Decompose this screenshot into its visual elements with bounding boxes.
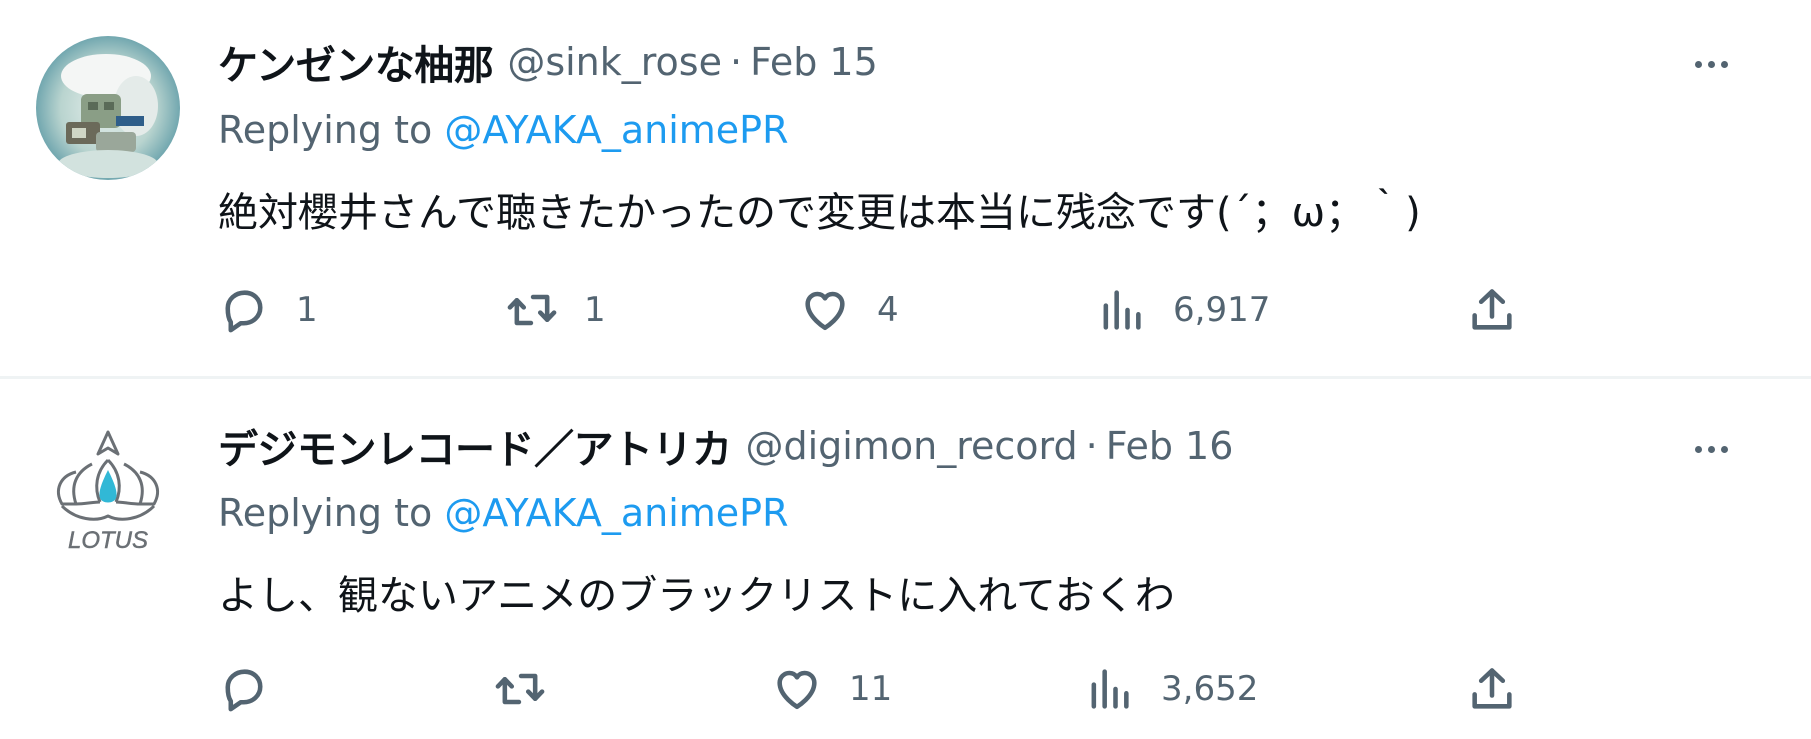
view-count: 3,652: [1161, 669, 1259, 709]
more-options-button[interactable]: [1683, 36, 1739, 92]
more-dot: [1720, 445, 1728, 453]
like-button[interactable]: 11: [771, 654, 892, 724]
speech-bubble-icon: [225, 669, 263, 712]
more-dot: [1707, 60, 1715, 68]
share-button[interactable]: [1466, 275, 1518, 345]
more-dot: [1707, 445, 1715, 453]
lotus-logo-avatar: LOTUS: [36, 424, 180, 568]
retweet-button[interactable]: 1: [506, 275, 606, 345]
speech-bubble-icon: [225, 290, 263, 333]
lotus-logo-text: LOTUS: [68, 527, 148, 554]
bar-chart-icon: [1091, 669, 1129, 709]
like-button[interactable]: 4: [799, 275, 899, 345]
replying-to-link[interactable]: @AYAKA_animePR: [444, 108, 788, 152]
reply-button[interactable]: [218, 654, 296, 724]
more-dots-icon: [1694, 60, 1702, 68]
views-button[interactable]: 6,917: [1095, 275, 1270, 345]
replying-to-line: Replying to @AYAKA_animePR: [218, 491, 789, 535]
retweet-button[interactable]: [494, 654, 572, 724]
tweet-actions: 11 3,652: [0, 654, 1811, 724]
avatar[interactable]: [36, 36, 180, 180]
retweet-arrows-icon: [495, 673, 545, 705]
tweet-header: デジモンレコード／アトリカ @digimon_record · Feb 16: [218, 418, 1233, 474]
heart-icon: [805, 291, 845, 331]
replying-to-label: Replying to: [218, 491, 445, 535]
retweet-arrows-icon: [507, 294, 557, 326]
more-options-button[interactable]: [1683, 421, 1739, 477]
separator-dot: ·: [1085, 424, 1098, 468]
views-button[interactable]: 3,652: [1083, 654, 1258, 724]
replying-to-label: Replying to: [218, 108, 445, 152]
tweet-date[interactable]: Feb 16: [1106, 424, 1234, 468]
avatar[interactable]: LOTUS: [36, 424, 180, 568]
heart-icon: [777, 670, 817, 710]
separator-dot: ·: [729, 40, 743, 84]
tweet-header: ケンゼンな柚那 @sink_rose · Feb 15: [218, 34, 878, 90]
display-name[interactable]: ケンゼンな柚那: [218, 33, 494, 91]
tweet[interactable]: LOTUS デジモンレコード／アトリカ @digimon_record · Fe…: [0, 379, 1811, 739]
tweet-text: 絶対櫻井さんで聴きたかったので変更は本当に残念です(´；ω；｀): [218, 190, 1421, 236]
tweet-date[interactable]: Feb 15: [750, 40, 878, 84]
avatar-image: [36, 36, 180, 180]
retweet-count: 1: [584, 290, 606, 330]
more-dots-icon: [1694, 445, 1702, 453]
tweet-text: よし、観ないアニメのブラックリストに入れておくわ: [218, 573, 1175, 619]
reply-button[interactable]: 1: [218, 275, 318, 345]
view-count: 6,917: [1173, 290, 1271, 330]
like-count: 11: [849, 669, 893, 709]
more-dot: [1720, 60, 1728, 68]
share-upload-icon: [1472, 668, 1512, 709]
replying-to-line: Replying to @AYAKA_animePR: [218, 108, 789, 152]
replying-to-link[interactable]: @AYAKA_animePR: [444, 491, 788, 535]
user-handle[interactable]: @digimon_record: [746, 424, 1078, 468]
tweet-actions: 1 1 4 6,917: [0, 275, 1811, 345]
bar-chart-icon: [1103, 290, 1141, 330]
display-name[interactable]: デジモンレコード／アトリカ: [218, 417, 732, 475]
share-upload-icon: [1472, 289, 1512, 330]
reply-count: 1: [296, 290, 318, 330]
user-handle[interactable]: @sink_rose: [507, 40, 722, 84]
share-button[interactable]: [1466, 654, 1518, 724]
like-count: 4: [877, 290, 899, 330]
tweet[interactable]: ケンゼンな柚那 @sink_rose · Feb 15 Replying to …: [0, 0, 1811, 379]
